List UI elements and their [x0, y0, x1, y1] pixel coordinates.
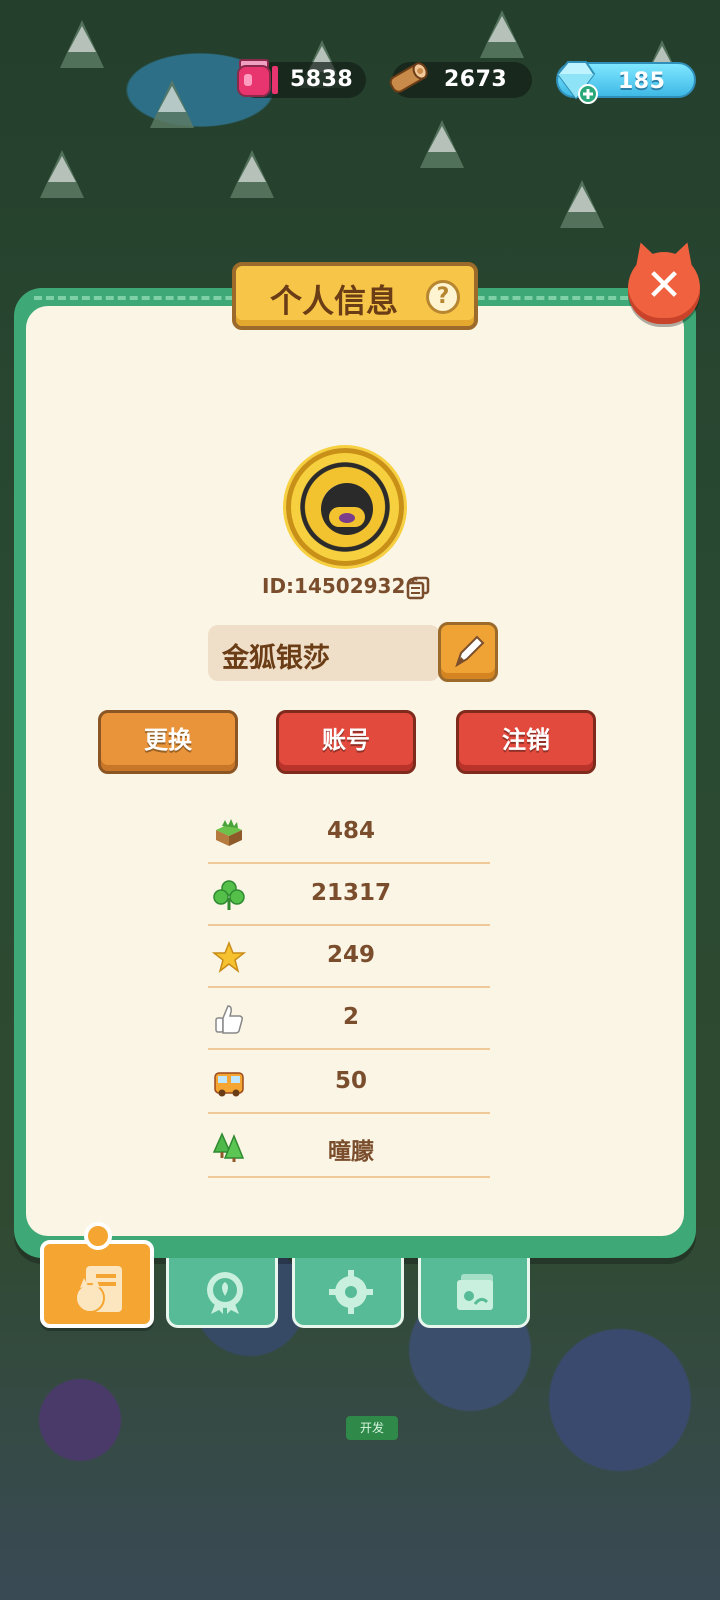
jam-resource-counter[interactable]: 5838: [237, 59, 366, 98]
stat-row-forest: 曈朦: [208, 1116, 490, 1178]
gem-count: 185: [618, 69, 666, 94]
star-icon: [212, 940, 246, 973]
jam-jar-icon: [237, 59, 271, 97]
panel-title-plate: 个人信息 ?: [232, 262, 478, 330]
close-icon: ✕: [645, 260, 683, 311]
jam-count: 5838: [290, 67, 354, 92]
stat-value: 21317: [310, 880, 392, 906]
background-build-label: 开发: [346, 1416, 398, 1440]
snowy-tree: [560, 180, 604, 228]
tab-hanger: [84, 1222, 112, 1250]
tab-settings[interactable]: [292, 1258, 404, 1328]
stat-value: 曈朦: [328, 1139, 374, 1165]
forest-icon: [212, 1132, 245, 1162]
gem-icon: [556, 61, 598, 104]
tab-album[interactable]: [418, 1258, 530, 1328]
edit-name-button[interactable]: [438, 622, 498, 682]
snowy-tree: [420, 120, 464, 168]
panel-title: 个人信息: [270, 282, 399, 320]
gear-icon: [329, 1270, 373, 1314]
photo-album-icon: [457, 1274, 493, 1310]
wood-count: 2673: [444, 67, 508, 92]
land-block-icon: [216, 819, 242, 846]
stat-value: 484: [326, 818, 375, 844]
tab-achievements[interactable]: [166, 1258, 278, 1328]
snowy-tree: [60, 20, 104, 68]
thumbs-up-icon: [215, 1005, 243, 1034]
gem-resource-counter[interactable]: 185: [556, 61, 696, 104]
stat-row-star: 249: [208, 926, 490, 988]
stat-value: 2: [342, 1004, 359, 1030]
clover-icon: [213, 880, 245, 910]
player-id: ID:145029326: [262, 574, 420, 598]
switch-button[interactable]: 更换: [98, 710, 238, 774]
wood-resource-counter[interactable]: 2673: [389, 62, 532, 98]
help-icon[interactable]: ?: [426, 280, 460, 314]
stat-row-bus: 50: [208, 1052, 490, 1114]
player-name: 金狐银莎: [222, 643, 330, 674]
badge-icon: [207, 1272, 243, 1314]
stat-row-likes: 2: [208, 988, 490, 1050]
snowy-tree: [480, 10, 524, 58]
pencil-icon: [455, 635, 485, 668]
logout-button[interactable]: 注销: [456, 710, 596, 774]
stat-value: 249: [326, 942, 375, 968]
snowy-tree: [40, 150, 84, 198]
stat-row-land: 484: [208, 802, 490, 864]
avatar[interactable]: [286, 448, 404, 566]
avatar-character: [321, 483, 373, 535]
jam-level-bar: [272, 66, 278, 94]
bus-icon: [214, 1072, 244, 1097]
copy-icon[interactable]: [406, 576, 430, 600]
close-button[interactable]: ✕: [628, 252, 700, 324]
account-button[interactable]: 账号: [276, 710, 416, 774]
snowy-tree: [230, 150, 274, 198]
tab-profile[interactable]: [40, 1222, 154, 1328]
player-name-field: 金狐银莎: [208, 625, 440, 681]
wood-log-icon: [389, 62, 428, 93]
profile-card-icon: [75, 1266, 122, 1313]
stat-value: 50: [334, 1068, 367, 1094]
stat-row-clover: 21317: [208, 864, 490, 926]
snowy-tree: [150, 80, 194, 128]
